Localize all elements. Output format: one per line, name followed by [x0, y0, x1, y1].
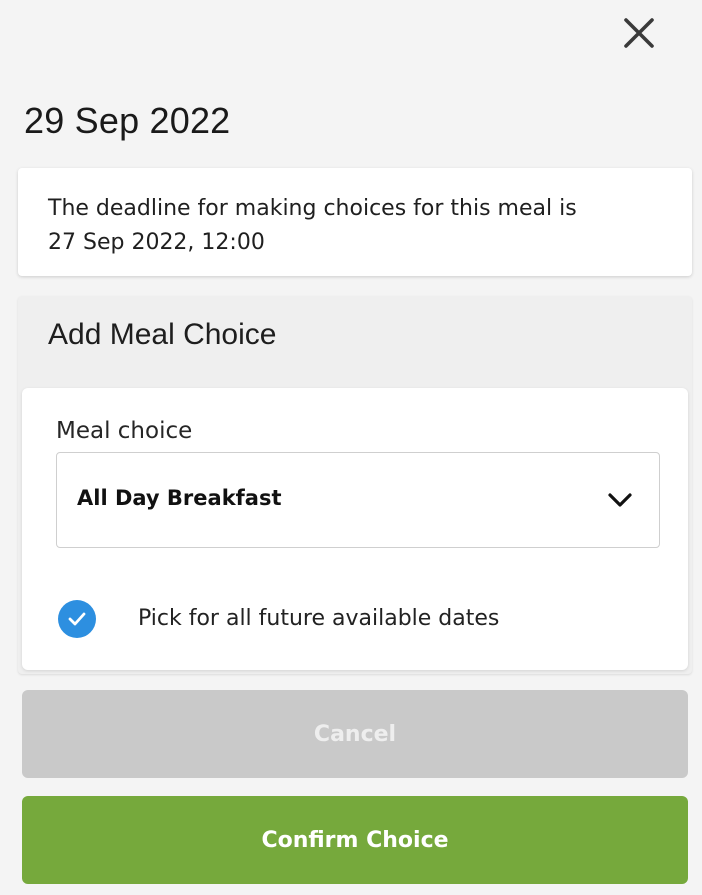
close-icon	[624, 18, 654, 48]
panel-title: Add Meal Choice	[48, 318, 277, 351]
checkmark-icon	[68, 612, 86, 626]
add-meal-choice-panel: Add Meal Choice Meal choice All Day Brea…	[18, 296, 692, 674]
future-dates-label: Pick for all future available dates	[138, 606, 500, 631]
panel-body: Meal choice All Day Breakfast Pick for a…	[22, 388, 688, 670]
deadline-text: The deadline for making choices for this…	[48, 196, 577, 221]
meal-choice-select[interactable]: All Day Breakfast	[56, 452, 660, 548]
meal-choice-label: Meal choice	[56, 418, 193, 444]
selected-meal: All Day Breakfast	[77, 486, 282, 510]
close-button[interactable]	[614, 8, 664, 58]
cancel-button[interactable]: Cancel	[22, 690, 688, 778]
meal-choice-modal: 29 Sep 2022 The deadline for making choi…	[0, 0, 702, 895]
page-title: 29 Sep 2022	[24, 100, 231, 141]
chevron-down-icon	[608, 493, 632, 507]
deadline-datetime: 27 Sep 2022, 12:00	[48, 230, 265, 255]
deadline-notice: The deadline for making choices for this…	[18, 168, 692, 276]
future-dates-checkbox[interactable]	[58, 600, 96, 638]
confirm-choice-button[interactable]: Confirm Choice	[22, 796, 688, 884]
